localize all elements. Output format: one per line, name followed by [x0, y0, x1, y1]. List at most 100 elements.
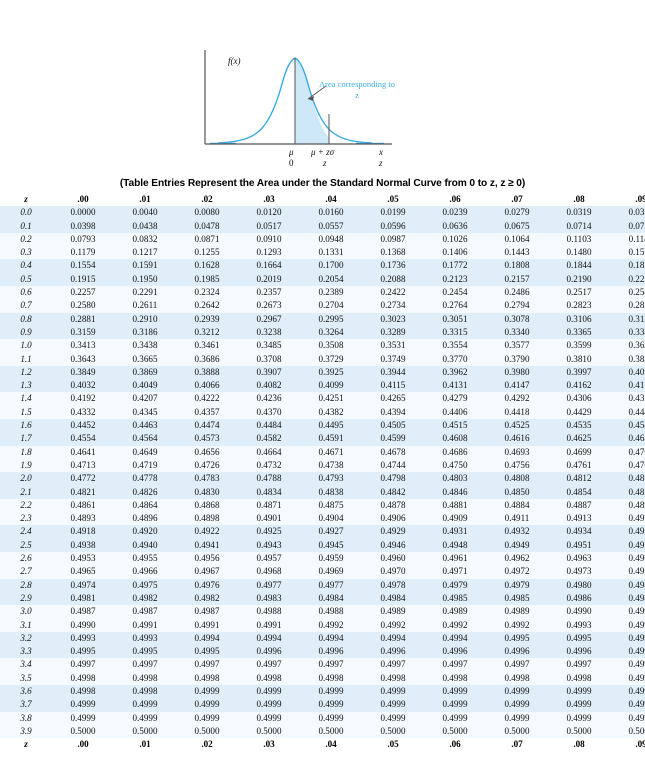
table-cell: 0.1255 [176, 246, 238, 260]
table-row: 3.7 0.4999 0.4999 0.4999 0.4999 0.4999 0.4999 0… [0, 698, 645, 712]
table-cell: 0.3554 [424, 339, 486, 353]
axis-tick-x: x [379, 147, 383, 157]
table-cell: 0.4916 [610, 512, 645, 526]
header-col-09: .09 [610, 193, 645, 207]
table-cell: 0.4969 [300, 565, 362, 579]
table-cell: 0.5000 [610, 724, 645, 739]
table-cell: 0.3621 [610, 339, 645, 353]
table-cell: 0.3186 [114, 325, 176, 340]
table-cell: 0.4767 [610, 458, 645, 473]
axis-tick-zero: 0 [289, 158, 294, 168]
table-cell: 0.4986 [610, 591, 645, 606]
header-col-02: .02 [176, 193, 238, 207]
table-cell: 0.3849 [52, 365, 114, 380]
table-cell: 0.2454 [424, 286, 486, 300]
table-cell: 0.4192 [52, 392, 114, 406]
table-cell: 0.4793 [300, 472, 362, 486]
table-cell: 0.3729 [300, 352, 362, 366]
table-cell: 0.4997 [548, 658, 610, 672]
table-cell: 0.4951 [548, 538, 610, 553]
table-cell: 0.4999 [114, 698, 176, 712]
header-col-05: .05 [362, 193, 424, 207]
table-cell: 0.1950 [114, 272, 176, 287]
table-cell: 0.4162 [548, 379, 610, 393]
table-cell: 0.4306 [548, 392, 610, 406]
table-cell: 0.2224 [610, 272, 645, 287]
table-cell: 0.4913 [548, 512, 610, 526]
table-cell: 0.4999 [300, 698, 362, 712]
table-cell: 0.4961 [424, 552, 486, 566]
table-cell: 0.4994 [424, 631, 486, 646]
table-cell: 0.3106 [548, 312, 610, 326]
table-cell: 0.4484 [238, 419, 300, 433]
table-cell: 0.2881 [52, 312, 114, 326]
table-cell: 0.4987 [114, 605, 176, 619]
table-cell: 0.4332 [52, 405, 114, 420]
row-z-label: 0.9 [0, 325, 52, 340]
table-row: 1.8 0.4641 0.4649 0.4656 0.4664 0.4671 0.4678 0… [0, 445, 645, 459]
row-z-label: 0.2 [0, 232, 52, 247]
table-cell: 0.4946 [362, 538, 424, 553]
table-cell: 0.4649 [114, 445, 176, 459]
table-cell: 0.4981 [52, 591, 114, 606]
footer-col-01: .01 [114, 738, 176, 752]
table-row: 1.4 0.4192 0.4207 0.4222 0.4236 0.4251 0.4265 0… [0, 392, 645, 406]
table-cell: 0.0040 [114, 206, 176, 220]
table-cell: 0.4998 [238, 671, 300, 685]
table-cell: 0.4929 [362, 525, 424, 539]
table-row: 0.0 0.0000 0.0040 0.0080 0.0120 0.0160 0.0199 0… [0, 206, 645, 220]
table-cell: 0.4971 [424, 565, 486, 579]
table-cell: 0.0636 [424, 219, 486, 233]
row-z-label: 2.3 [0, 512, 52, 526]
table-cell: 0.2422 [362, 286, 424, 300]
table-cell: 0.4664 [238, 445, 300, 459]
table-cell: 0.4474 [176, 419, 238, 433]
table-cell: 0.4838 [300, 485, 362, 499]
row-z-label: 2.6 [0, 552, 52, 566]
table-cell: 0.5000 [548, 724, 610, 739]
table-cell: 0.4515 [424, 419, 486, 433]
table-cell: 0.4761 [548, 458, 610, 473]
table-cell: 0.4999 [362, 698, 424, 712]
table-cell: 0.3962 [424, 365, 486, 380]
table-cell: 0.4992 [362, 618, 424, 632]
table-cell: 0.1628 [176, 259, 238, 273]
table-cell: 0.4991 [176, 618, 238, 632]
table-cell: 0.4452 [52, 419, 114, 433]
table-cell: 0.4778 [114, 472, 176, 486]
table-cell: 0.4925 [238, 525, 300, 539]
table-cell: 0.4993 [610, 618, 645, 632]
row-z-label: 1.8 [0, 445, 52, 459]
table-cell: 0.3665 [114, 352, 176, 366]
normal-curve-figure: f(x) Area corresponding to z μ μ + zσ x … [0, 0, 645, 178]
row-z-label: 2.9 [0, 591, 52, 606]
table-cell: 0.3531 [362, 339, 424, 353]
table-cell: 0.4846 [424, 485, 486, 499]
row-z-label: 1.0 [0, 339, 52, 353]
table-row: 2.4 0.4918 0.4920 0.4922 0.4925 0.4927 0.4929 0… [0, 525, 645, 539]
table-cell: 0.2910 [114, 312, 176, 326]
table-cell: 0.4878 [362, 498, 424, 513]
table-cell: 0.4713 [52, 458, 114, 473]
axis-tick-mu-plus-z-sigma: μ + zσ [311, 147, 335, 157]
table-cell: 0.4995 [548, 631, 610, 646]
table-cell: 0.4750 [424, 458, 486, 473]
row-z-label: 3.6 [0, 684, 52, 699]
table-cell: 0.4463 [114, 419, 176, 433]
table-cell: 0.4999 [548, 711, 610, 725]
table-cell: 0.3438 [114, 339, 176, 353]
footer-col-03: .03 [238, 738, 300, 752]
table-cell: 0.4441 [610, 405, 645, 420]
table-row: 3.8 0.4999 0.4999 0.4999 0.4999 0.4999 0.4999 0… [0, 711, 645, 725]
table-cell: 0.2549 [610, 286, 645, 300]
table-cell: 0.4738 [300, 458, 362, 473]
table-cell: 0.0438 [114, 219, 176, 233]
table-cell: 0.4993 [52, 631, 114, 646]
table-cell: 0.4222 [176, 392, 238, 406]
table-row: 3.1 0.4990 0.4991 0.4991 0.4991 0.4992 0.4992 0… [0, 618, 645, 632]
table-cell: 0.1808 [486, 259, 548, 273]
table-cell: 0.1554 [52, 259, 114, 273]
table-cell: 0.4898 [176, 512, 238, 526]
table-cell: 0.4808 [486, 472, 548, 486]
table-cell: 0.0239 [424, 206, 486, 220]
